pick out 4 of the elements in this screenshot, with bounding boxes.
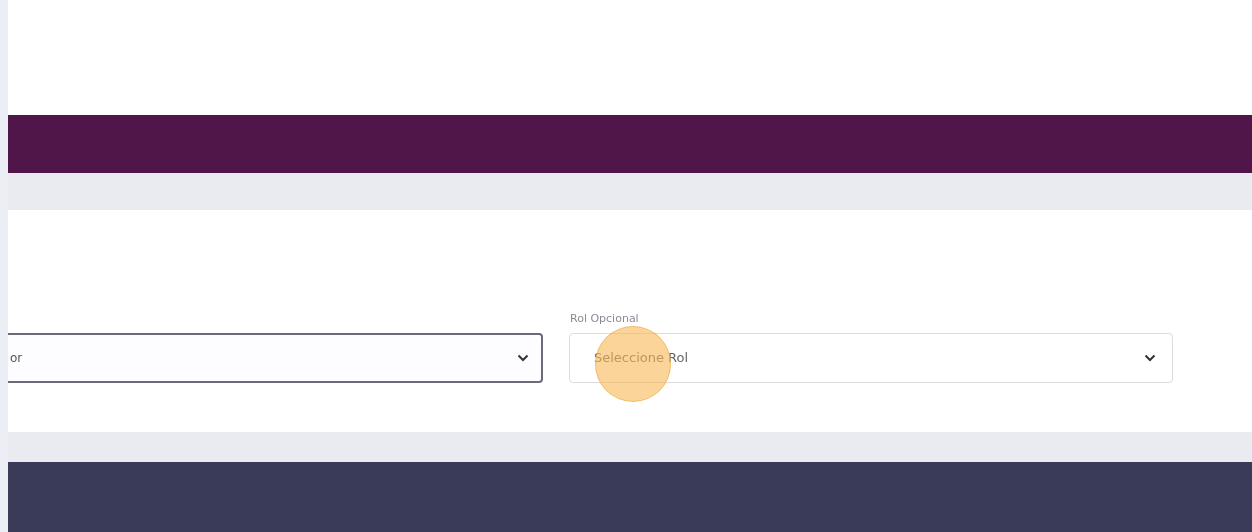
chevron-down-icon	[517, 354, 529, 362]
chevron-down-icon	[1144, 354, 1156, 362]
select-field[interactable]: or	[8, 333, 543, 383]
field-label: Rol Opcional	[569, 310, 639, 327]
